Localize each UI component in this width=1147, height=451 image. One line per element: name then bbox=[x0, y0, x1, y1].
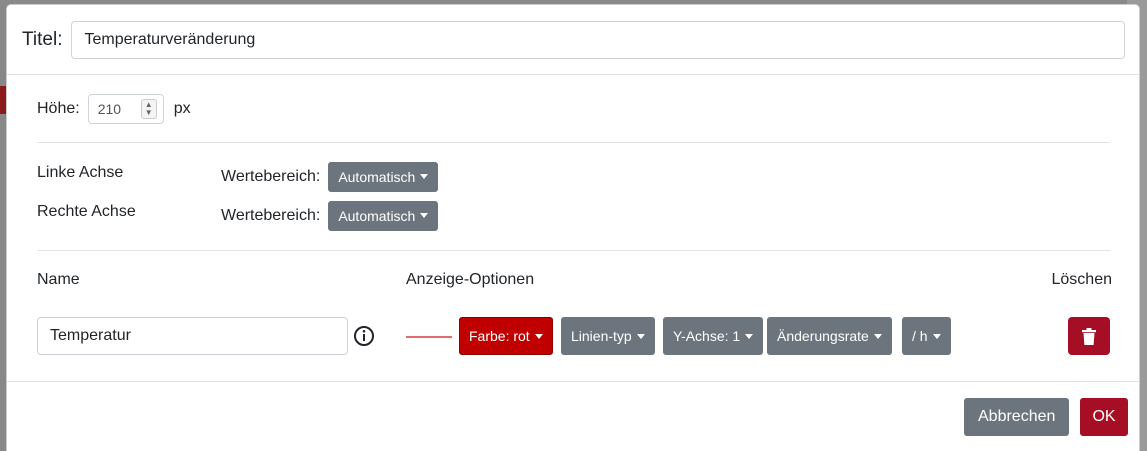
modal-body: Höhe: 210 ▲ ▼ px Linke Achse Wertebereic… bbox=[7, 75, 1139, 369]
axis-name: Rechte Achse bbox=[37, 202, 136, 220]
modal-header: Titel: Temperaturveränderung bbox=[7, 5, 1139, 75]
trash-icon bbox=[1082, 327, 1096, 345]
lines-header: Name Anzeige-Optionen Löschen bbox=[37, 251, 1113, 309]
dropdown-label: Änderungsrate bbox=[777, 328, 869, 344]
caret-down-icon bbox=[873, 333, 882, 339]
caret-down-icon bbox=[420, 213, 429, 218]
caret-down-icon bbox=[534, 333, 543, 339]
caret-down-icon bbox=[932, 333, 941, 339]
caret-down-icon bbox=[636, 333, 645, 339]
color-dropdown[interactable]: Farbe: rot bbox=[459, 317, 553, 355]
dropdown-label: Automatisch bbox=[338, 207, 416, 224]
axis-row-right: Rechte Achse Wertebereich: Automatisch bbox=[37, 196, 1110, 235]
caret-down-icon bbox=[420, 174, 429, 179]
dropdown-label: Linien-typ bbox=[571, 328, 632, 344]
line-name-input[interactable]: Temperatur bbox=[37, 317, 348, 355]
options-column-header: Anzeige-Optionen bbox=[406, 271, 535, 288]
per-unit-dropdown[interactable]: / h bbox=[902, 317, 951, 355]
line-row: Temperatur Farbe: rot Linien-typ Y-Achse… bbox=[37, 309, 1110, 369]
dropdown-label: Farbe: rot bbox=[469, 328, 530, 344]
name-column-header: Name bbox=[37, 271, 80, 288]
height-value: 210 bbox=[97, 100, 122, 117]
line-type-dropdown[interactable]: Linien-typ bbox=[561, 317, 655, 355]
cancel-button[interactable]: Abbrechen bbox=[964, 398, 1070, 436]
ok-button[interactable]: OK bbox=[1080, 398, 1128, 436]
height-spinner[interactable]: ▲ ▼ bbox=[140, 98, 157, 119]
left-axis-range-dropdown[interactable]: Automatisch bbox=[328, 161, 439, 192]
axis-row-left: Linke Achse Wertebereich: Automatisch bbox=[37, 157, 1110, 196]
axis-name: Linke Achse bbox=[37, 163, 124, 181]
title-input[interactable]: Temperaturveränderung bbox=[71, 20, 1125, 59]
axis-range-label: Wertebereich: bbox=[221, 206, 321, 224]
line-color-swatch bbox=[406, 336, 452, 338]
y-axis-dropdown[interactable]: Y-Achse: 1 bbox=[663, 317, 764, 355]
axes-section: Linke Achse Wertebereich: Automatisch Re… bbox=[37, 143, 1110, 251]
title-label: Titel: bbox=[22, 28, 63, 50]
height-row: Höhe: 210 ▲ ▼ px bbox=[37, 75, 1110, 143]
axis-range-label: Wertebereich: bbox=[221, 167, 321, 185]
chart-settings-modal: Titel: Temperaturveränderung Höhe: 210 ▲… bbox=[6, 4, 1140, 451]
right-axis-range-dropdown[interactable]: Automatisch bbox=[328, 200, 439, 231]
caret-down-icon bbox=[745, 333, 754, 339]
height-label: Höhe: bbox=[37, 99, 80, 117]
modal-footer: Abbrechen OK bbox=[7, 381, 1139, 451]
dropdown-label: / h bbox=[912, 328, 928, 344]
dropdown-label: Y-Achse: 1 bbox=[673, 328, 741, 344]
height-input[interactable]: 210 ▲ ▼ bbox=[87, 93, 164, 124]
spinner-down-icon[interactable]: ▼ bbox=[145, 108, 153, 117]
delete-line-button[interactable] bbox=[1068, 317, 1110, 355]
dropdown-label: Automatisch bbox=[338, 168, 416, 185]
delete-column-header: Löschen bbox=[1051, 271, 1113, 288]
rate-dropdown[interactable]: Änderungsrate bbox=[767, 317, 892, 355]
height-unit: px bbox=[173, 99, 191, 117]
info-icon[interactable] bbox=[353, 325, 375, 347]
